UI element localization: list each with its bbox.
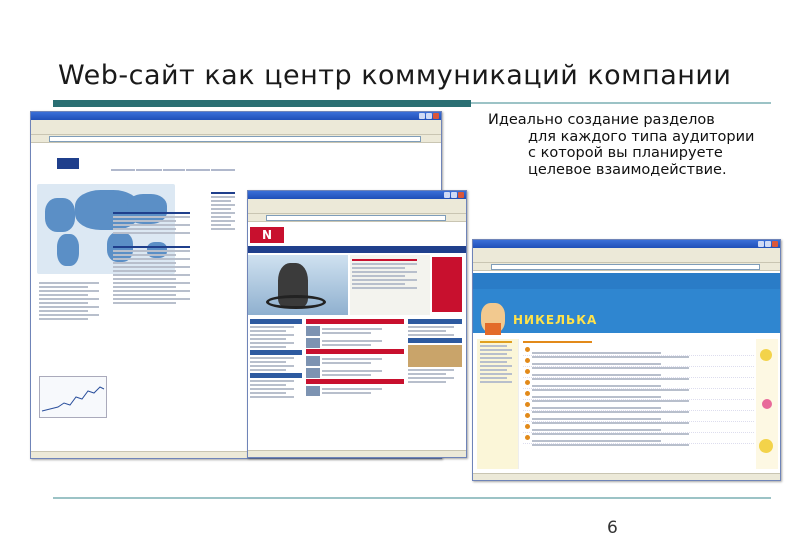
screenshot-corporate-newspaper-site: N (247, 190, 467, 458)
browser-toolbar (31, 126, 441, 140)
browser-statusbar (473, 473, 780, 480)
nornickel-right-column (211, 190, 239, 232)
magazine-cover-icon (432, 257, 462, 312)
stock-chart-icon (39, 376, 107, 418)
newspaper-center-column (306, 319, 404, 398)
motocross-photo-icon (248, 255, 348, 315)
nikelka-logo-text: НИКЕЛЬКА (513, 313, 598, 327)
nornickel-nav-tabs (111, 168, 236, 174)
footer-rule (53, 497, 771, 499)
browser-toolbar (473, 254, 780, 268)
nornickel-news-column (113, 210, 203, 306)
nornickel-logo-icon (43, 158, 98, 174)
nikelka-banner: НИКЕЛЬКА (473, 289, 780, 335)
screenshot-nikelka-kids-site: НИКЕЛЬКА (472, 239, 781, 481)
newspaper-header: N (248, 224, 466, 246)
nikelka-top-nav (473, 273, 780, 289)
title-underline-dark (53, 100, 471, 107)
nikelka-flowers-decoration (756, 339, 778, 469)
browser-titlebar (248, 191, 466, 199)
nikelka-forum-list (523, 339, 754, 469)
nornickel-side-menu (39, 280, 109, 322)
nikelka-page-content: НИКЕЛЬКА (473, 273, 780, 473)
newspaper-page-content: N (248, 224, 466, 450)
description-line-3: с которой вы планируете (528, 145, 723, 161)
nikelka-side-menu (477, 339, 519, 469)
page-number: 6 (607, 518, 618, 538)
slide-title: Web-сайт как центр коммуникаций компании (58, 60, 732, 91)
browser-address-bar (473, 263, 780, 271)
newspaper-left-column (250, 319, 302, 400)
newspaper-logo-icon: N (250, 227, 284, 243)
newspaper-issue-block (350, 255, 430, 315)
description-line-4: целевое взаимодействие. (528, 161, 727, 178)
description-line-1: Идеально создание разделов (488, 112, 715, 128)
browser-address-bar (248, 214, 466, 222)
slide-description: Идеально создание разделов для каждого т… (488, 112, 788, 178)
browser-titlebar (31, 112, 441, 120)
browser-titlebar (473, 240, 780, 248)
browser-address-bar (31, 135, 441, 143)
browser-statusbar (248, 450, 466, 457)
browser-toolbar (248, 205, 466, 219)
newspaper-nav-bar (248, 246, 466, 253)
newspaper-right-column (408, 319, 462, 385)
title-underline-light (471, 102, 771, 104)
description-line-2: для каждого типа аудитории (528, 128, 755, 145)
